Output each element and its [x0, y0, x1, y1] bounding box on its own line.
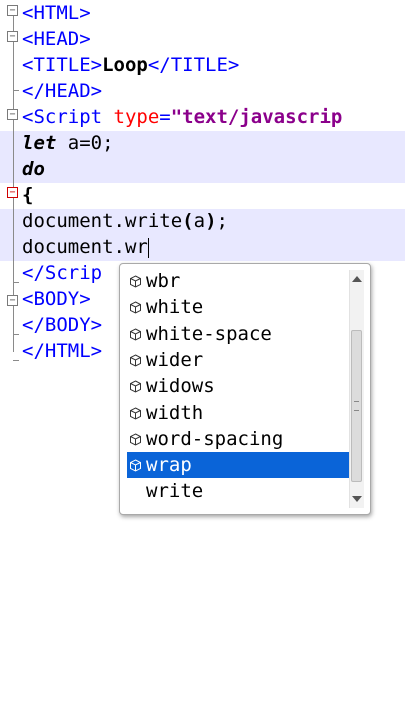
autocomplete-scrollbar[interactable]	[349, 270, 364, 508]
code-token: =	[159, 106, 171, 128]
code-token: </Scrip	[22, 262, 103, 284]
code-token: a	[193, 210, 206, 232]
cube-icon	[130, 406, 141, 420]
scroll-up-arrow-icon[interactable]	[352, 276, 362, 282]
code-token: document.wr	[22, 236, 148, 258]
autocomplete-item[interactable]: write	[127, 478, 349, 504]
autocomplete-item-label: wbr	[146, 270, 181, 292]
code-line[interactable]: document.write(a);	[22, 208, 228, 234]
code-line[interactable]: document.wr	[22, 234, 149, 260]
code-line[interactable]: let a=0;	[22, 130, 114, 156]
code-line[interactable]: </HEAD>	[22, 78, 102, 104]
cube-icon	[130, 433, 141, 446]
autocomplete-item[interactable]: word-spacing	[127, 426, 349, 452]
code-token: <Script	[22, 106, 114, 128]
autocomplete-item-label: width	[146, 401, 204, 424]
text-caret	[147, 237, 149, 258]
fold-toggle-body-icon[interactable]	[7, 295, 18, 306]
code-line[interactable]: <BODY>	[22, 286, 91, 312]
code-token: </HTML>	[22, 340, 103, 362]
code-token: do	[22, 158, 45, 180]
autocomplete-item[interactable]: width	[127, 400, 349, 426]
code-token: (	[182, 210, 194, 232]
fold-end-marker	[13, 90, 19, 91]
autocomplete-item-label: wider	[146, 348, 204, 371]
code-line[interactable]: <Script type="text/javascrip	[22, 104, 342, 130]
autocomplete-item-label: widows	[146, 375, 215, 398]
grip-icon	[354, 401, 359, 411]
code-token: document.write	[22, 210, 183, 232]
code-line[interactable]: <HTML>	[22, 0, 91, 26]
cube-icon	[130, 275, 141, 288]
autocomplete-item[interactable]: widows	[127, 373, 349, 399]
autocomplete-item-label: white-space	[146, 322, 272, 345]
autocomplete-popup[interactable]: wbr white white-space wider widows width word-…	[119, 263, 371, 515]
code-token: <TITLE>	[22, 54, 103, 76]
code-token: type	[113, 106, 160, 128]
autocomplete-item[interactable]: white	[127, 294, 349, 320]
fold-end-marker	[13, 334, 19, 335]
code-token: <HEAD>	[22, 28, 91, 50]
code-token: ;	[216, 210, 228, 232]
scrollbar-thumb[interactable]	[351, 330, 362, 482]
autocomplete-item-label: write	[146, 480, 204, 503]
code-line[interactable]: <HEAD>	[22, 26, 91, 52]
code-token: a=0;	[56, 132, 114, 154]
code-token: <BODY>	[22, 288, 91, 310]
fold-toggle-html-icon[interactable]	[7, 5, 18, 16]
code-token: let	[22, 132, 57, 154]
fold-end-marker	[13, 282, 19, 283]
code-line[interactable]: </HTML>	[22, 338, 102, 364]
code-line[interactable]: <TITLE>Loop</TITLE>	[22, 52, 239, 78]
autocomplete-item[interactable]: white-space	[127, 321, 349, 347]
fold-toggle-script-icon[interactable]	[7, 109, 18, 120]
fold-toggle-head-icon[interactable]	[7, 31, 18, 42]
code-line[interactable]: do	[22, 156, 45, 182]
autocomplete-item[interactable]: wrap	[127, 452, 349, 479]
cube-icon	[130, 380, 141, 393]
code-line[interactable]: </BODY>	[22, 312, 102, 338]
autocomplete-item-label: white	[146, 296, 204, 319]
code-line[interactable]: {	[22, 182, 33, 208]
code-token: Loop	[102, 54, 148, 76]
fold-toggle-block-icon[interactable]	[7, 187, 18, 198]
code-token: <HTML>	[22, 2, 91, 24]
code-line[interactable]: </Scrip	[22, 260, 102, 286]
code-token: </BODY>	[22, 314, 103, 336]
code-token: )	[205, 210, 217, 232]
scroll-down-arrow-icon[interactable]	[352, 496, 362, 502]
code-token: </HEAD>	[22, 80, 103, 102]
cube-icon	[130, 459, 141, 472]
fold-end-marker	[13, 360, 19, 361]
code-token: {	[22, 184, 34, 206]
autocomplete-item[interactable]: wider	[127, 347, 349, 373]
autocomplete-item-label: wrap	[146, 454, 192, 477]
cube-icon	[130, 328, 141, 341]
autocomplete-item-label: word-spacing	[146, 427, 284, 450]
code-token: "text/javascrip	[170, 106, 343, 128]
cube-icon	[130, 301, 141, 314]
autocomplete-item[interactable]: wbr	[127, 268, 349, 294]
code-token: </TITLE>	[147, 54, 240, 76]
cube-icon	[130, 354, 141, 367]
